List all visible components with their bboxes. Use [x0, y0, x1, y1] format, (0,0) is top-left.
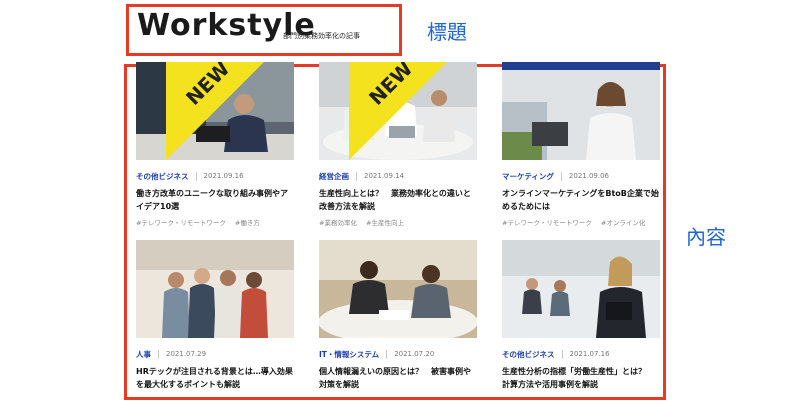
article-category[interactable]: 人事: [136, 349, 151, 360]
article-category[interactable]: マーケティング: [502, 171, 554, 182]
article-date: 2021.09.16: [203, 172, 244, 180]
meta-separator: [560, 171, 562, 181]
article-category[interactable]: IT・情報システム: [319, 349, 379, 360]
article-title[interactable]: オンラインマーケティングをBtoB企業で始めるためには: [502, 188, 660, 213]
new-badge: NEW: [166, 62, 264, 160]
article-thumbnail[interactable]: [319, 240, 477, 338]
article-category[interactable]: その他ビジネス: [136, 171, 189, 182]
article-card[interactable]: マーケティング 2021.09.06 オンラインマーケティングをBtoB企業で始…: [502, 62, 660, 227]
content-annotation: 內容: [686, 225, 726, 249]
article-title[interactable]: 個人情報漏えいの原因とは？ 被害事例や対策を解説: [319, 366, 477, 391]
article-thumbnail[interactable]: [136, 240, 294, 338]
article-title[interactable]: 生産性向上とは？ 業務効率化との違いと改善方法を解説: [319, 188, 477, 213]
article-tag[interactable]: #働き方: [235, 219, 260, 227]
woman-with-tablet-photo: [502, 240, 660, 338]
article-date: 2021.07.16: [569, 350, 610, 358]
article-card[interactable]: IT・情報システム 2021.07.20 個人情報漏えいの原因とは？ 被害事例や…: [319, 240, 477, 391]
article-card[interactable]: 人事 2021.07.29 HRテックが注目される背景とは…導入効果を最大化する…: [136, 240, 294, 391]
article-thumbnail[interactable]: [502, 62, 660, 160]
stressed-meeting-photo: [319, 240, 477, 338]
article-category[interactable]: その他ビジネス: [502, 349, 555, 360]
meta-separator: [356, 171, 357, 181]
article-title[interactable]: 生産性分析の指標「労働生産性」とは？ 計算方法や活用事例を解説: [502, 366, 660, 391]
article-thumbnail[interactable]: [502, 240, 660, 338]
article-card[interactable]: NEW その他ビジネス 2021.09.16 働き方改革のユニークな取り組み事例…: [136, 62, 294, 227]
article-title[interactable]: HRテックが注目される背景とは…導入効果を最大化するポイントも解説: [136, 366, 294, 391]
article-date: 2021.09.06: [568, 172, 609, 180]
article-tags: #テレワーク・リモートワーク #オンライン化: [502, 217, 660, 227]
meta-separator: [195, 171, 197, 181]
team-group-photo: [136, 240, 294, 338]
site-subtitle: 部門別業務効率化の記事: [283, 32, 360, 40]
article-date: 2021.09.14: [364, 172, 405, 180]
article-thumbnail[interactable]: NEW: [319, 62, 477, 160]
article-tag[interactable]: #テレワーク・リモートワーク: [136, 219, 226, 227]
article-tag[interactable]: #テレワーク・リモートワーク: [502, 219, 592, 227]
meta-separator: [561, 349, 563, 359]
article-tags: #業務効率化 #生産性向上: [319, 217, 477, 227]
title-annotation: 標題: [427, 20, 467, 44]
meta-separator: [386, 349, 388, 359]
article-title[interactable]: 働き方改革のユニークな取り組み事例やアイデア10選: [136, 188, 294, 213]
article-card[interactable]: その他ビジネス 2021.07.16 生産性分析の指標「労働生産性」とは？ 計算…: [502, 240, 660, 391]
article-tag[interactable]: #オンライン化: [601, 219, 645, 227]
article-thumbnail[interactable]: NEW: [136, 62, 294, 160]
article-card[interactable]: NEW 経営企画 2021.09.14 生産性向上とは？ 業務効率化との違いと改…: [319, 62, 477, 227]
article-tag[interactable]: #業務効率化: [319, 219, 357, 227]
woman-at-office-photo: [502, 62, 660, 160]
new-badge: NEW: [349, 62, 447, 160]
article-tag[interactable]: #生産性向上: [366, 219, 404, 227]
article-date: 2021.07.29: [166, 350, 207, 358]
article-date: 2021.07.20: [394, 350, 435, 358]
article-tags: #テレワーク・リモートワーク #働き方: [136, 217, 294, 227]
article-category[interactable]: 経営企画: [319, 171, 349, 182]
meta-separator: [158, 349, 159, 359]
